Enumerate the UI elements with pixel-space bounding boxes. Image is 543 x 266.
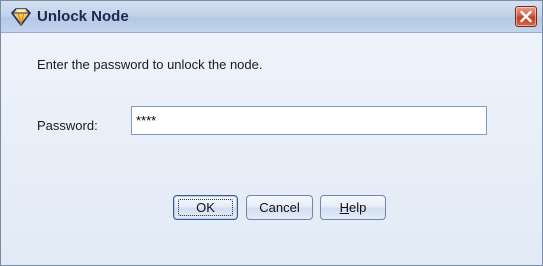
unlock-node-dialog: Unlock Node Enter the password to unlock… [0,0,543,266]
diamond-node-icon [11,8,31,26]
help-label: elp [349,200,367,215]
prompt-text: Enter the password to unlock the node. [37,57,263,72]
close-icon [520,10,532,23]
close-button[interactable] [515,6,537,27]
ok-button[interactable]: OK [173,195,238,220]
window-title: Unlock Node [37,8,129,25]
password-label: Password: [37,118,98,133]
cancel-label: Cancel [259,200,300,215]
password-field[interactable] [131,106,487,135]
cancel-button[interactable]: Cancel [246,195,313,220]
title-bar[interactable]: Unlock Node [1,1,542,33]
help-button[interactable]: Help [320,195,386,220]
ok-label: OK [196,200,215,215]
help-mnemonic: H [339,200,350,215]
